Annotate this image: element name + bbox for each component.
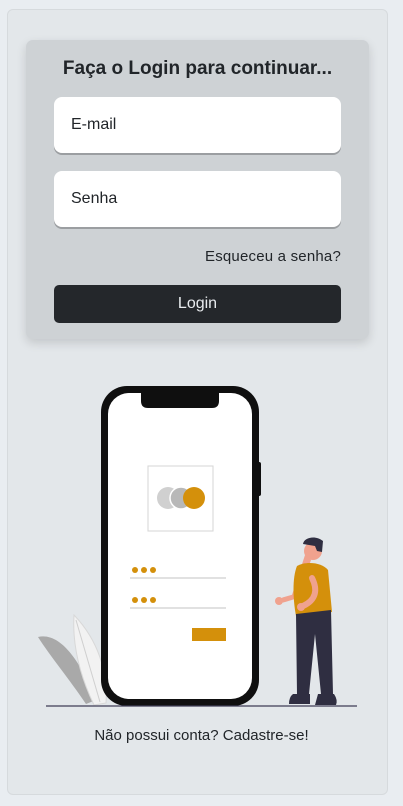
leaf-plant-illustration: [38, 613, 107, 706]
login-illustration: [38, 386, 357, 707]
email-field-wrapper: [54, 97, 341, 153]
password-field[interactable]: [54, 171, 341, 227]
signup-question: Não possui conta?: [94, 727, 219, 744]
smartphone-illustration: [101, 386, 261, 706]
login-button[interactable]: Login: [54, 285, 341, 323]
forgot-password-link[interactable]: Esqueceu a senha?: [205, 248, 341, 265]
signup-prompt: Não possui conta? Cadastre-se!: [0, 727, 403, 744]
person-illustration: [275, 537, 337, 705]
signup-link[interactable]: Cadastre-se!: [223, 727, 309, 744]
email-field[interactable]: [54, 97, 341, 153]
login-title: Faça o Login para continuar...: [62, 58, 333, 79]
login-panel: Faça o Login para continuar... Esqueceu …: [26, 40, 369, 339]
password-field-wrapper: [54, 171, 341, 227]
